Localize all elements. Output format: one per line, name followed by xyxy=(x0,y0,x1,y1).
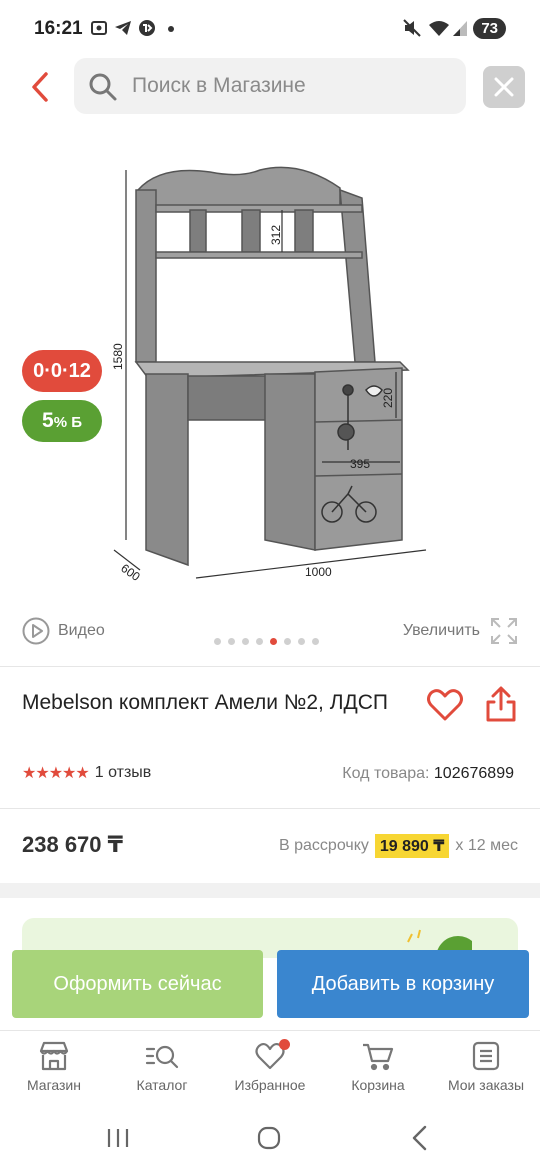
cart-icon xyxy=(363,1043,394,1071)
tab-label: Корзина xyxy=(351,1077,405,1093)
clear-search-button[interactable] xyxy=(483,66,525,108)
bottom-tab-bar: Магазин Каталог Избранное Корзина Мои за… xyxy=(0,1030,540,1110)
tab-label: Магазин xyxy=(26,1077,81,1093)
product-image[interactable]: 1580 312 220 395 600 1000 xyxy=(100,150,440,590)
share-icon xyxy=(486,686,516,722)
signal-icon xyxy=(452,19,468,42)
video-label: Видео xyxy=(58,622,105,639)
telegram-icon xyxy=(114,19,132,42)
tab-favorites[interactable]: Избранное xyxy=(216,1039,324,1093)
chevron-left-icon xyxy=(32,72,48,102)
catalog-icon xyxy=(145,1045,179,1069)
favorite-button[interactable] xyxy=(425,685,465,725)
installment-label: В рассрочку xyxy=(279,837,369,854)
gallery-pagination xyxy=(214,638,319,645)
pagination-dot[interactable] xyxy=(256,638,263,645)
tab-orders[interactable]: Мои заказы xyxy=(432,1041,540,1093)
pagination-dot[interactable] xyxy=(284,638,291,645)
status-bar: 16:21 73 xyxy=(0,0,540,58)
heart-icon xyxy=(427,689,463,721)
close-icon xyxy=(494,77,514,97)
zoom-button[interactable]: Увеличить xyxy=(403,615,518,647)
video-button[interactable]: Видео xyxy=(22,615,105,647)
dim-depth-label: 600 xyxy=(118,561,143,584)
pagination-dot[interactable] xyxy=(298,638,305,645)
add-to-cart-button[interactable]: Добавить в корзину xyxy=(277,950,529,1018)
dim-width-label: 1000 xyxy=(305,565,332,579)
reviews-link[interactable]: 1 отзыв xyxy=(95,764,152,782)
app-notification-icon xyxy=(138,19,156,42)
buy-now-button[interactable]: Оформить сейчас xyxy=(12,950,263,1018)
screenshot-icon xyxy=(90,19,108,42)
favorites-notification-dot xyxy=(279,1039,290,1050)
play-icon xyxy=(22,617,50,645)
divider xyxy=(0,808,540,809)
search-input[interactable] xyxy=(132,58,452,114)
tab-label: Мои заказы xyxy=(447,1077,525,1093)
product-price: 238 670 ₸ xyxy=(22,832,123,857)
pagination-dot[interactable] xyxy=(270,638,277,645)
home-icon[interactable] xyxy=(256,1125,282,1151)
search-bar[interactable] xyxy=(74,58,466,114)
installment-info[interactable]: В рассрочку 19 890 ₸ х 12 мес xyxy=(279,834,518,858)
tab-catalog[interactable]: Каталог xyxy=(108,1041,216,1093)
product-code: Код товара: 102676899 xyxy=(342,765,514,783)
recent-apps-icon[interactable] xyxy=(106,1126,130,1150)
dim-height-label: 1580 xyxy=(111,343,125,370)
dim-drawer-width-label: 395 xyxy=(350,457,370,471)
tab-shop[interactable]: Магазин xyxy=(0,1041,108,1093)
battery-indicator: 73 xyxy=(473,18,506,39)
tab-label: Каталог xyxy=(136,1077,188,1093)
search-icon xyxy=(89,73,117,101)
dim-shelf-label: 312 xyxy=(269,225,283,245)
bonus-badge: 5% Б xyxy=(22,400,102,442)
rating-stars: ★★★★★ xyxy=(22,765,90,782)
status-time: 16:21 xyxy=(34,18,83,39)
rating-row[interactable]: ★★★★★ 1 отзыв xyxy=(22,763,151,783)
more-notifications-icon xyxy=(167,19,175,42)
wifi-icon xyxy=(428,19,450,42)
back-nav-icon[interactable] xyxy=(408,1124,432,1152)
product-code-value: 102676899 xyxy=(433,765,514,782)
dim-drawer-height-label: 220 xyxy=(381,388,395,408)
section-separator xyxy=(0,883,540,898)
installment-amount: 19 890 ₸ xyxy=(374,834,450,858)
share-button[interactable] xyxy=(483,685,519,725)
pagination-dot[interactable] xyxy=(214,638,221,645)
zoom-label: Увеличить xyxy=(402,622,480,639)
pagination-dot[interactable] xyxy=(312,638,319,645)
tab-cart[interactable]: Корзина xyxy=(324,1041,432,1093)
orders-icon xyxy=(472,1041,500,1071)
product-code-label: Код товара: xyxy=(342,765,430,782)
installment-badge: 0·0·12 xyxy=(22,350,102,392)
system-navigation-bar xyxy=(0,1110,540,1170)
back-button[interactable] xyxy=(24,68,58,106)
pagination-dot[interactable] xyxy=(228,638,235,645)
shop-icon xyxy=(39,1041,69,1071)
bonus-suffix: % Б xyxy=(53,414,82,431)
product-title: Mebelson комплект Амели №2, ЛДСП xyxy=(22,691,388,714)
installment-term: х 12 мес xyxy=(455,837,518,854)
expand-icon xyxy=(491,618,517,644)
mute-icon xyxy=(402,19,422,42)
divider xyxy=(0,666,540,667)
pagination-dot[interactable] xyxy=(242,638,249,645)
bonus-value: 5 xyxy=(42,409,54,432)
tab-label: Избранное xyxy=(234,1077,306,1093)
